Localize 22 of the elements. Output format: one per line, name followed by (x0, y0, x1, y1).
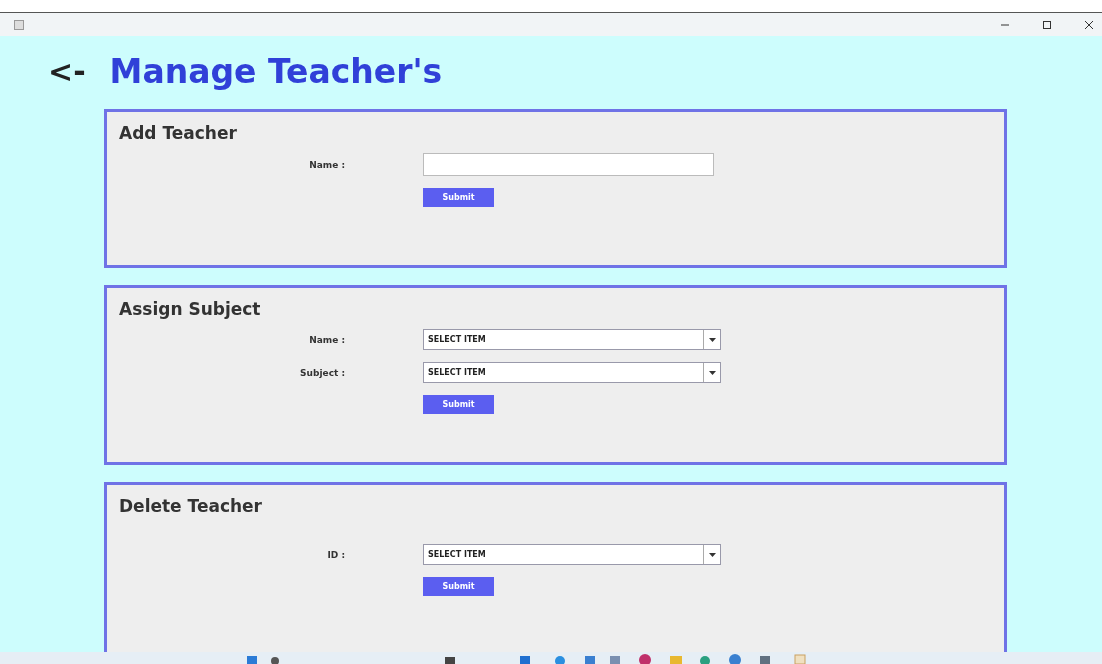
close-icon[interactable] (1084, 19, 1094, 30)
submit-button[interactable]: Submit (423, 395, 494, 414)
field-label: ID : (326, 549, 346, 560)
select-dropdown[interactable]: SELECT ITEM (423, 362, 721, 383)
page-title: Manage Teacher's (109, 51, 443, 91)
select-dropdown[interactable]: SELECT ITEM (423, 329, 721, 350)
submit-button[interactable]: Submit (423, 188, 494, 207)
field-label: Name : (308, 159, 346, 170)
name-input[interactable] (423, 153, 714, 176)
dropdown-caret-icon (708, 552, 716, 557)
section-heading: Delete Teacher (119, 496, 263, 516)
back-arrow[interactable]: <- (48, 53, 86, 89)
dropdown-caret-icon (708, 337, 716, 342)
field-label: Name : (308, 334, 346, 345)
submit-button[interactable]: Submit (423, 577, 494, 596)
section-heading: Assign Subject (119, 299, 262, 319)
app-icon (14, 19, 24, 30)
dropdown-caret-icon (708, 370, 716, 375)
section-heading: Add Teacher (119, 123, 238, 143)
field-label: Subject : (299, 367, 346, 378)
select-dropdown[interactable]: SELECT ITEM (423, 544, 721, 565)
maximize-icon[interactable] (1042, 19, 1052, 30)
